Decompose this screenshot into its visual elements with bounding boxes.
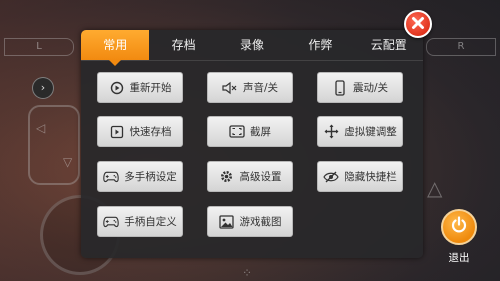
hide-shortcut-bar-label: 隐藏快捷栏 (344, 171, 397, 183)
tab-cheat[interactable]: 作弊 (286, 30, 354, 60)
game-screenshot-label: 游戏截图 (239, 216, 282, 228)
screenshot-label: 截屏 (250, 126, 271, 138)
hide-shortcut-bar-button[interactable]: 隐藏快捷栏 (317, 161, 403, 192)
quick-save-label: 快速存档 (129, 126, 172, 138)
eye-hidden-icon (323, 169, 339, 185)
close-icon (411, 15, 425, 34)
advanced-settings-label: 高级设置 (239, 171, 282, 183)
quick-save-button[interactable]: 快速存档 (97, 116, 183, 147)
menu-arrow-icon[interactable]: › (32, 77, 54, 99)
quick-menu-panel: 常用 存档 录像 作弊 云配置 重新开始 声音/关 震动/关 快速存档 截屏 虚… (81, 30, 423, 258)
vibration-toggle-label: 震动/关 (352, 82, 389, 94)
virtual-key-adjust-button[interactable]: 虚拟键调整 (317, 116, 403, 147)
gamepad-custom-label: 手柄自定义 (124, 216, 177, 228)
multi-gamepad-label: 多手柄设定 (124, 171, 177, 183)
sound-toggle-label: 声音/关 (242, 82, 279, 94)
gamepad-icon (103, 214, 119, 230)
sound-toggle-button[interactable]: 声音/关 (207, 72, 293, 103)
start-icon[interactable]: ⁘ (242, 266, 252, 280)
triangle-icon[interactable]: △ (427, 176, 442, 200)
l-shoulder-button[interactable]: L (4, 38, 74, 56)
dpad[interactable] (28, 105, 80, 185)
sound-off-icon (222, 80, 238, 96)
exit-button[interactable] (441, 209, 477, 245)
gamepad-icon (103, 169, 119, 185)
image-icon (219, 214, 235, 230)
move-icon (323, 124, 339, 140)
multi-gamepad-button[interactable]: 多手柄设定 (97, 161, 183, 192)
tab-common[interactable]: 常用 (81, 30, 150, 66)
power-icon (449, 215, 469, 239)
tab-save[interactable]: 存档 (149, 30, 217, 60)
tab-bar: 常用 存档 录像 作弊 云配置 (81, 30, 423, 66)
restart-icon (109, 80, 125, 96)
restart-button[interactable]: 重新开始 (97, 72, 183, 103)
close-button[interactable] (404, 10, 432, 38)
vibration-icon (332, 79, 348, 96)
gamepad-custom-button[interactable]: 手柄自定义 (97, 206, 183, 237)
r-shoulder-button[interactable]: R (426, 38, 496, 56)
game-screenshot-button[interactable]: 游戏截图 (207, 206, 293, 237)
dpad-left-icon: ◁ (36, 121, 46, 135)
vibration-toggle-button[interactable]: 震动/关 (317, 72, 403, 103)
restart-label: 重新开始 (129, 82, 172, 94)
exit-label: 退出 (448, 252, 470, 264)
screenshot-button[interactable]: 截屏 (207, 116, 293, 147)
gear-icon (219, 169, 235, 185)
advanced-settings-button[interactable]: 高级设置 (207, 161, 293, 192)
dpad-down-icon: ▽ (63, 155, 73, 169)
tab-record[interactable]: 录像 (218, 30, 286, 60)
screenshot-icon (229, 124, 245, 140)
quick-save-icon (109, 124, 125, 140)
virtual-key-adjust-label: 虚拟键调整 (344, 126, 397, 138)
